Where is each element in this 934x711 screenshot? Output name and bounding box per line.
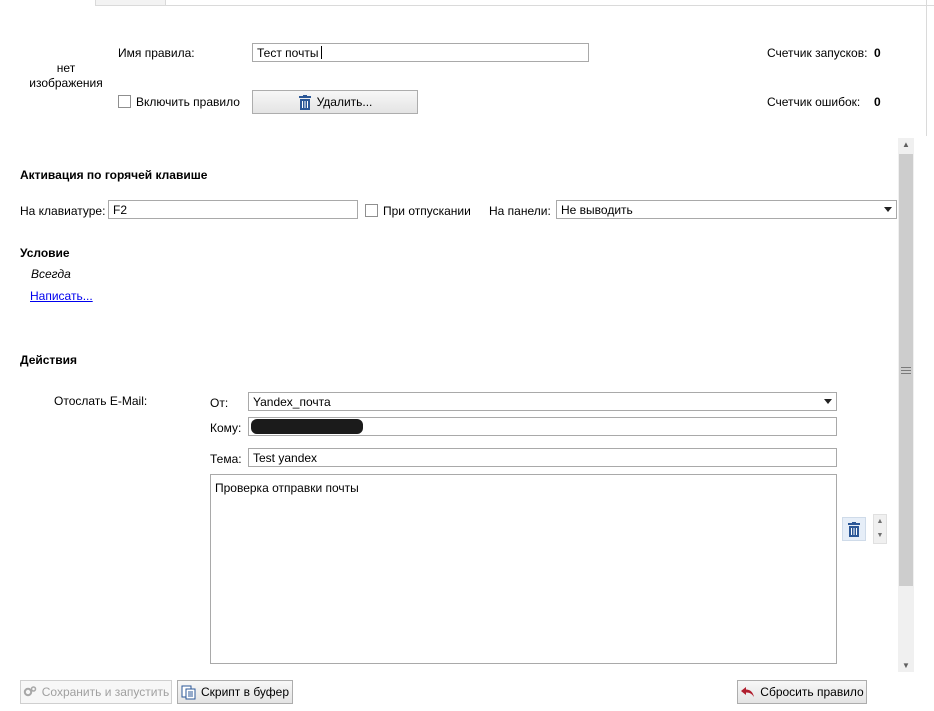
condition-value: Всегда bbox=[31, 267, 71, 281]
condition-section-title: Условие bbox=[20, 246, 70, 260]
keyboard-hotkey-input[interactable]: F2 bbox=[108, 200, 358, 219]
on-release-label[interactable]: При отпускании bbox=[383, 204, 471, 218]
scroll-down-icon[interactable]: ▼ bbox=[902, 661, 910, 670]
save-and-run-label: Сохранить и запустить bbox=[41, 685, 170, 699]
redacted-email bbox=[251, 419, 363, 434]
write-condition-link[interactable]: Написать... bbox=[30, 289, 93, 303]
error-counter-value: 0 bbox=[874, 95, 881, 109]
rule-name-label: Имя правила: bbox=[118, 46, 195, 60]
undo-arrow-icon bbox=[741, 687, 755, 697]
tab-active[interactable] bbox=[0, 0, 96, 6]
message-body-input[interactable]: Проверка отправки почты bbox=[210, 474, 837, 664]
on-release-checkbox[interactable] bbox=[365, 204, 378, 217]
tab-inactive[interactable] bbox=[96, 0, 166, 5]
delete-rule-label: Удалить... bbox=[316, 95, 373, 109]
copy-script-button[interactable]: Скрипт в буфер bbox=[177, 680, 293, 704]
panel-select-value: Не выводить bbox=[561, 202, 633, 217]
from-select[interactable]: Yandex_почта bbox=[248, 392, 837, 411]
rule-name-input[interactable]: Тест почты bbox=[252, 43, 589, 62]
subject-value: Test yandex bbox=[253, 450, 318, 465]
move-down-icon[interactable]: ▼ bbox=[874, 529, 886, 543]
frame-border bbox=[926, 0, 927, 136]
from-label: От: bbox=[210, 396, 229, 410]
rule-name-value: Тест почты bbox=[257, 45, 319, 60]
enable-rule-label[interactable]: Включить правило bbox=[136, 95, 240, 109]
trash-icon bbox=[848, 521, 860, 537]
panel-label: На панели: bbox=[489, 204, 551, 218]
chevron-down-icon bbox=[884, 207, 892, 212]
hotkey-section-title: Активация по горячей клавише bbox=[20, 168, 208, 182]
gear-icon bbox=[23, 686, 36, 697]
move-up-icon[interactable]: ▲ bbox=[874, 515, 886, 529]
save-and-run-button[interactable]: Сохранить и запустить bbox=[20, 680, 172, 704]
subject-label: Тема: bbox=[210, 452, 242, 466]
copy-script-label: Скрипт в буфер bbox=[200, 685, 290, 699]
panel-select[interactable]: Не выводить bbox=[556, 200, 897, 219]
chevron-down-icon bbox=[824, 399, 832, 404]
from-select-value: Yandex_почта bbox=[253, 394, 331, 409]
keyboard-label: На клавиатуре: bbox=[20, 204, 106, 218]
reset-rule-label: Сбросить правило bbox=[760, 685, 864, 699]
scroll-up-icon[interactable]: ▲ bbox=[902, 140, 910, 149]
message-body-value: Проверка отправки почты bbox=[215, 481, 359, 495]
to-label: Кому: bbox=[210, 421, 242, 435]
delete-action-button[interactable] bbox=[842, 517, 866, 541]
text-caret bbox=[321, 46, 323, 59]
run-counter-label: Счетчик запусков: bbox=[767, 46, 868, 60]
trash-icon bbox=[298, 94, 311, 110]
subject-input[interactable]: Test yandex bbox=[248, 448, 837, 467]
rule-image-placeholder[interactable]: нет изображения bbox=[22, 61, 110, 91]
actions-section-title: Действия bbox=[20, 353, 78, 367]
reset-rule-button[interactable]: Сбросить правило bbox=[737, 680, 867, 704]
enable-rule-checkbox[interactable] bbox=[118, 95, 131, 108]
clipboard-icon bbox=[181, 685, 196, 699]
scroll-grip-icon bbox=[901, 365, 911, 376]
error-counter-label: Счетчик ошибок: bbox=[767, 95, 861, 109]
run-counter-value: 0 bbox=[874, 46, 881, 60]
keyboard-hotkey-value: F2 bbox=[113, 202, 128, 217]
to-input[interactable] bbox=[248, 417, 837, 436]
delete-rule-button[interactable]: Удалить... bbox=[252, 90, 418, 114]
action-name: Отослать E-Mail: bbox=[54, 394, 148, 408]
action-order-stepper[interactable]: ▲ ▼ bbox=[873, 514, 887, 544]
